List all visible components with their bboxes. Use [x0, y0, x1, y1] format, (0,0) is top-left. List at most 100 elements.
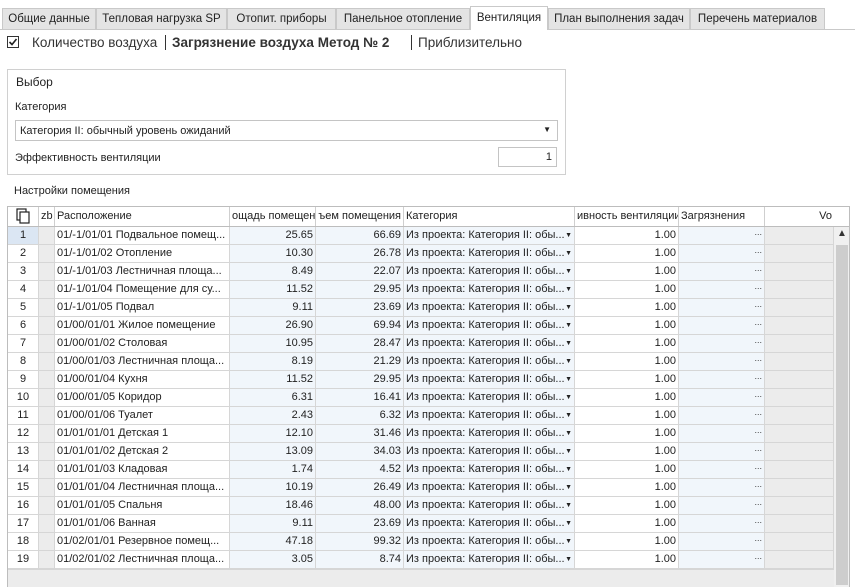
- location-cell[interactable]: 01/01/01/05 Спальня: [55, 497, 230, 515]
- pollution-cell[interactable]: ...: [679, 317, 765, 335]
- pollution-cell[interactable]: ...: [679, 407, 765, 425]
- category-cell[interactable]: Из проекта: Категория II: обы... ▼: [404, 281, 575, 299]
- ellipsis-button[interactable]: ...: [754, 443, 762, 457]
- room-volume-cell[interactable]: 22.07: [316, 263, 404, 281]
- location-cell[interactable]: 01/-1/01/03 Лестничная площа...: [55, 263, 230, 281]
- zb-cell[interactable]: [39, 227, 55, 245]
- chevron-down-icon[interactable]: ▼: [565, 299, 572, 316]
- header-room-area[interactable]: ощадь помещения: [230, 207, 316, 226]
- chevron-down-icon[interactable]: ▼: [565, 407, 572, 424]
- category-cell[interactable]: Из проекта: Категория II: обы... ▼: [404, 353, 575, 371]
- room-area-cell[interactable]: 3.05: [230, 551, 316, 569]
- table-row[interactable]: 19 01/02/01/02 Лестничная площа... 3.05 8.7…: [8, 551, 849, 569]
- chevron-down-icon[interactable]: ▼: [565, 479, 572, 496]
- location-cell[interactable]: 01/-1/01/02 Отопление: [55, 245, 230, 263]
- category-cell[interactable]: Из проекта: Категория II: обы... ▼: [404, 263, 575, 281]
- room-area-cell[interactable]: 1.74: [230, 461, 316, 479]
- ellipsis-button[interactable]: ...: [754, 371, 762, 385]
- chevron-down-icon[interactable]: ▼: [565, 533, 572, 550]
- tab-radiators[interactable]: Отопит. приборы: [227, 8, 336, 29]
- pollution-cell[interactable]: ...: [679, 335, 765, 353]
- chevron-down-icon[interactable]: ▼: [565, 263, 572, 280]
- location-cell[interactable]: 01/-1/01/05 Подвал: [55, 299, 230, 317]
- pollution-cell[interactable]: ...: [679, 515, 765, 533]
- ventilation-efficiency-cell[interactable]: 1.00: [575, 353, 679, 371]
- vo-cell[interactable]: [765, 497, 834, 515]
- location-cell[interactable]: 01/00/01/01 Жилое помещение: [55, 317, 230, 335]
- ellipsis-button[interactable]: ...: [754, 389, 762, 403]
- scroll-up-icon[interactable]: ▲: [837, 228, 847, 239]
- ellipsis-button[interactable]: ...: [754, 353, 762, 367]
- ventilation-efficiency-cell[interactable]: 1.00: [575, 461, 679, 479]
- category-cell[interactable]: Из проекта: Категория II: обы... ▼: [404, 227, 575, 245]
- mode-approximate[interactable]: Приблизительно: [418, 35, 522, 50]
- pollution-cell[interactable]: ...: [679, 461, 765, 479]
- ellipsis-button[interactable]: ...: [754, 551, 762, 565]
- mode-air-pollution-method-2[interactable]: Загрязнение воздуха Метод № 2: [172, 35, 389, 50]
- ventilation-efficiency-cell[interactable]: 1.00: [575, 533, 679, 551]
- ellipsis-button[interactable]: ...: [754, 425, 762, 439]
- room-volume-cell[interactable]: 26.78: [316, 245, 404, 263]
- location-cell[interactable]: 01/00/01/04 Кухня: [55, 371, 230, 389]
- room-volume-cell[interactable]: 28.47: [316, 335, 404, 353]
- pollution-cell[interactable]: ...: [679, 371, 765, 389]
- location-cell[interactable]: 01/-1/01/01 Подвальное помещ...: [55, 227, 230, 245]
- pollution-cell[interactable]: ...: [679, 479, 765, 497]
- category-cell[interactable]: Из проекта: Категория II: обы... ▼: [404, 245, 575, 263]
- tab-task-plan[interactable]: План выполнения задач: [548, 8, 690, 29]
- room-volume-cell[interactable]: 31.46: [316, 425, 404, 443]
- pollution-cell[interactable]: ...: [679, 245, 765, 263]
- room-area-cell[interactable]: 9.11: [230, 515, 316, 533]
- table-row[interactable]: 14 01/01/01/03 Кладовая 1.74 4.52 Из проекта…: [8, 461, 849, 479]
- zb-cell[interactable]: [39, 281, 55, 299]
- category-cell[interactable]: Из проекта: Категория II: обы... ▼: [404, 371, 575, 389]
- room-volume-cell[interactable]: 16.41: [316, 389, 404, 407]
- chevron-down-icon[interactable]: ▼: [565, 515, 572, 532]
- ventilation-efficiency-cell[interactable]: 1.00: [575, 245, 679, 263]
- location-cell[interactable]: 01/00/01/02 Столовая: [55, 335, 230, 353]
- vertical-scrollbar[interactable]: ▲: [834, 227, 849, 587]
- ventilation-efficiency-cell[interactable]: 1.00: [575, 479, 679, 497]
- zb-cell[interactable]: [39, 353, 55, 371]
- vo-cell[interactable]: [765, 515, 834, 533]
- room-volume-cell[interactable]: 69.94: [316, 317, 404, 335]
- ellipsis-button[interactable]: ...: [754, 335, 762, 349]
- tab-general-data[interactable]: Общие данные: [2, 8, 96, 29]
- vo-cell[interactable]: [765, 533, 834, 551]
- room-area-cell[interactable]: 12.10: [230, 425, 316, 443]
- room-volume-cell[interactable]: 48.00: [316, 497, 404, 515]
- table-row[interactable]: 12 01/01/01/01 Детская 1 12.10 31.46 Из прое…: [8, 425, 849, 443]
- category-dropdown[interactable]: Категория II: обычный уровень ожиданий ▼: [15, 120, 558, 141]
- room-area-cell[interactable]: 26.90: [230, 317, 316, 335]
- chevron-down-icon[interactable]: ▼: [565, 317, 572, 334]
- vo-cell[interactable]: [765, 245, 834, 263]
- chevron-down-icon[interactable]: ▼: [565, 461, 572, 478]
- room-volume-cell[interactable]: 4.52: [316, 461, 404, 479]
- vo-cell[interactable]: [765, 353, 834, 371]
- category-cell[interactable]: Из проекта: Категория II: обы... ▼: [404, 533, 575, 551]
- table-row[interactable]: 2 01/-1/01/02 Отопление 10.30 26.78 Из проек…: [8, 245, 849, 263]
- pollution-cell[interactable]: ...: [679, 281, 765, 299]
- room-area-cell[interactable]: 8.19: [230, 353, 316, 371]
- location-cell[interactable]: 01/01/01/03 Кладовая: [55, 461, 230, 479]
- ventilation-efficiency-cell[interactable]: 1.00: [575, 551, 679, 569]
- pollution-cell[interactable]: ...: [679, 497, 765, 515]
- zb-cell[interactable]: [39, 479, 55, 497]
- room-area-cell[interactable]: 13.09: [230, 443, 316, 461]
- copy-column-button[interactable]: [8, 207, 39, 226]
- table-row[interactable]: 9 01/00/01/04 Кухня 11.52 29.95 Из проекта: …: [8, 371, 849, 389]
- ventilation-efficiency-cell[interactable]: 1.00: [575, 263, 679, 281]
- zb-cell[interactable]: [39, 371, 55, 389]
- room-area-cell[interactable]: 6.31: [230, 389, 316, 407]
- chevron-down-icon[interactable]: ▼: [565, 425, 572, 442]
- zb-cell[interactable]: [39, 263, 55, 281]
- ellipsis-button[interactable]: ...: [754, 227, 762, 241]
- location-cell[interactable]: 01/02/01/02 Лестничная площа...: [55, 551, 230, 569]
- ellipsis-button[interactable]: ...: [754, 317, 762, 331]
- ellipsis-button[interactable]: ...: [754, 479, 762, 493]
- category-cell[interactable]: Из проекта: Категория II: обы... ▼: [404, 461, 575, 479]
- pollution-cell[interactable]: ...: [679, 353, 765, 371]
- pollution-cell[interactable]: ...: [679, 263, 765, 281]
- location-cell[interactable]: 01/01/01/01 Детская 1: [55, 425, 230, 443]
- room-volume-cell[interactable]: 6.32: [316, 407, 404, 425]
